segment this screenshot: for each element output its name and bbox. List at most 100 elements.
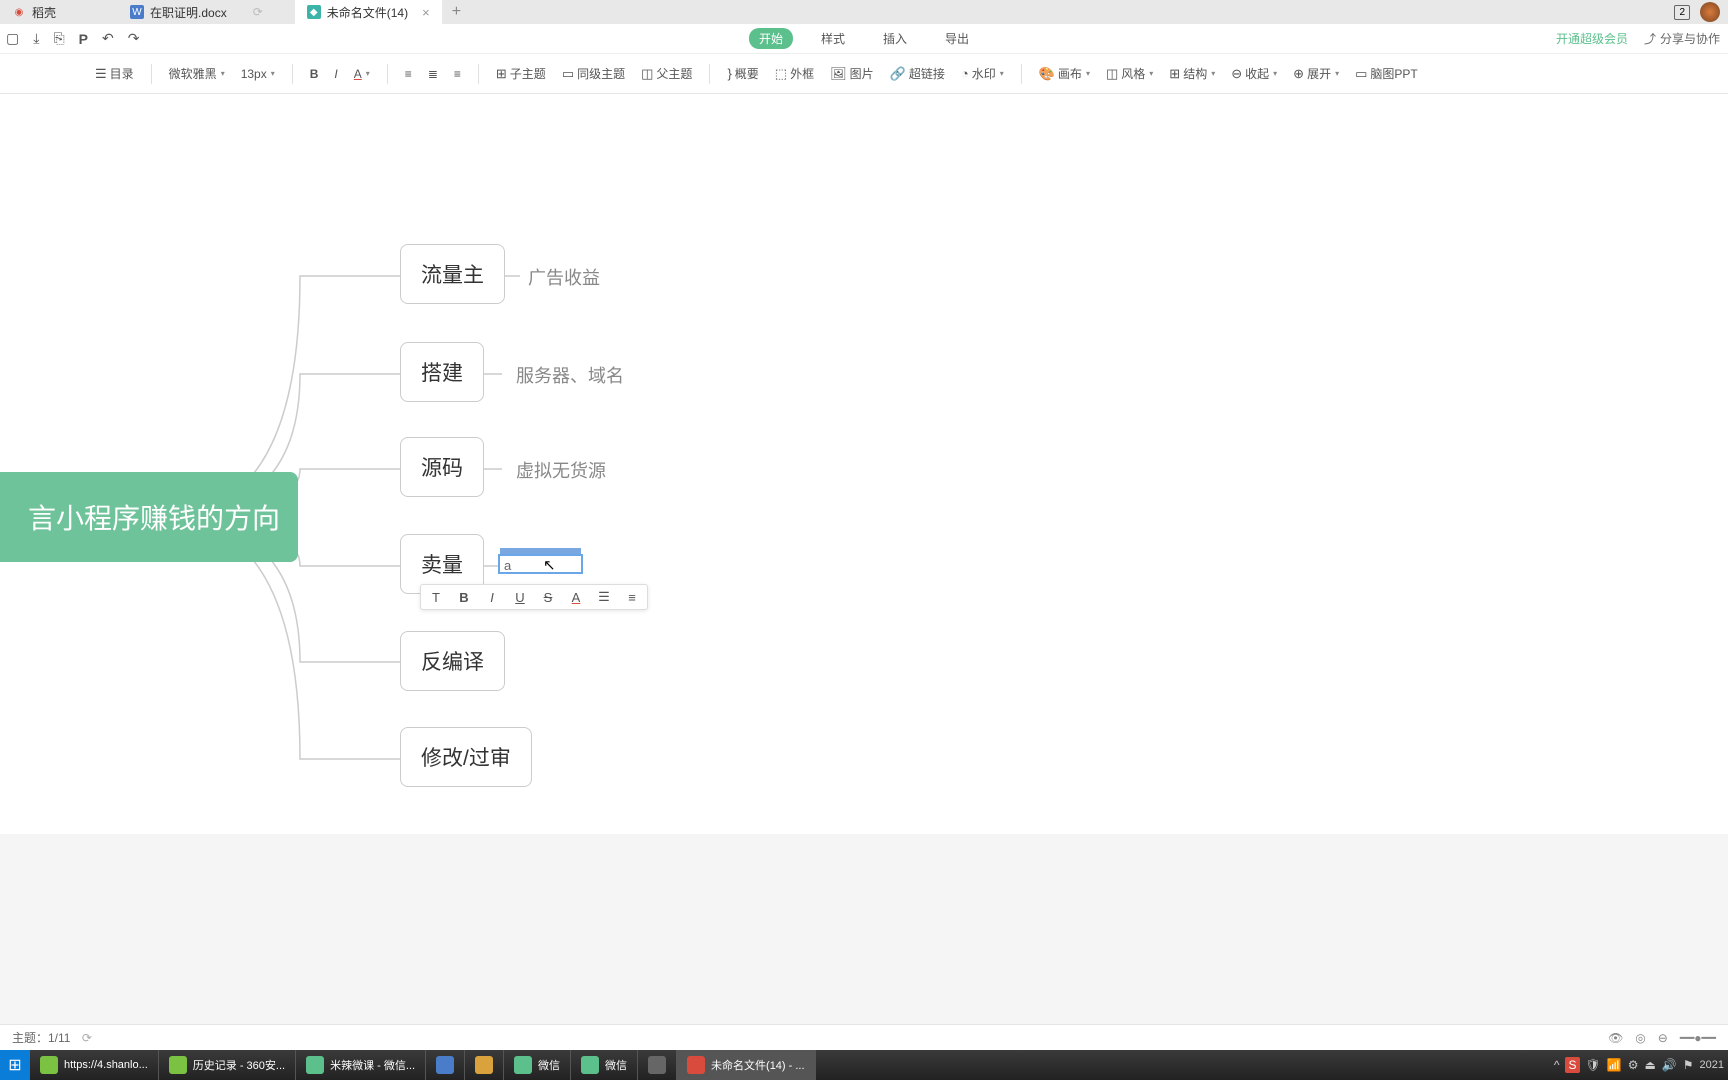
brainppt-button[interactable]: ▭脑图PPT bbox=[1350, 62, 1423, 85]
tray-network-icon[interactable]: 📶 bbox=[1607, 1058, 1622, 1072]
zoom-out-icon[interactable]: ⊖ bbox=[1658, 1031, 1668, 1045]
summary-button[interactable]: }概要 bbox=[722, 62, 763, 85]
taskbar-item-3[interactable] bbox=[426, 1050, 465, 1080]
summary-icon: } bbox=[727, 66, 731, 81]
menu-row: ▢ ⤓ ⎘ P ↶ ↷ 开始 样式 插入 导出 开通超级会员 ⤴分享与协作 bbox=[0, 24, 1728, 54]
italic-button[interactable]: I bbox=[329, 64, 342, 84]
menu-export[interactable]: 导出 bbox=[935, 28, 979, 49]
new-file-icon[interactable]: ▢ bbox=[6, 30, 19, 47]
font-select[interactable]: 微软雅黑▾ bbox=[164, 62, 230, 85]
taskbar-item-2[interactable]: 米辣微课 - 微信... bbox=[296, 1050, 426, 1080]
taskbar-item-8[interactable]: 未命名文件(14) - ... bbox=[677, 1050, 816, 1080]
format-painter-icon[interactable]: P bbox=[79, 31, 88, 47]
mouse-cursor-icon: ↖ bbox=[543, 556, 556, 574]
tray-gear-icon[interactable]: ⚙ bbox=[1628, 1058, 1639, 1072]
tab-untitled[interactable]: ◆ 未命名文件(14) × bbox=[295, 0, 442, 24]
watermark-button[interactable]: ◔水印▾ bbox=[956, 62, 1009, 85]
export-icon[interactable]: ⎘ bbox=[53, 30, 64, 47]
node-source[interactable]: 源码 bbox=[400, 437, 484, 497]
collapse-button[interactable]: ⊖收起▾ bbox=[1226, 62, 1282, 85]
menu-insert[interactable]: 插入 bbox=[873, 28, 917, 49]
expand-button[interactable]: ⊕展开▾ bbox=[1288, 62, 1344, 85]
float-text-button[interactable]: T bbox=[427, 590, 445, 605]
image-button[interactable]: 🖼图片 bbox=[825, 62, 879, 85]
taskbar-item-6[interactable]: 微信 bbox=[571, 1050, 638, 1080]
align-center-button[interactable]: ≣ bbox=[423, 64, 443, 84]
node-build[interactable]: 搭建 bbox=[400, 342, 484, 402]
taskbar-item-5[interactable]: 微信 bbox=[504, 1050, 571, 1080]
bold-button[interactable]: B bbox=[305, 64, 324, 84]
tray-flag-icon[interactable]: ⚑ bbox=[1683, 1058, 1694, 1072]
view-mode-icon[interactable]: 👁 bbox=[1608, 1031, 1623, 1045]
float-underline-button[interactable]: U bbox=[511, 590, 529, 605]
mindmap-icon: ◆ bbox=[307, 5, 321, 19]
share-button[interactable]: ⤴分享与协作 bbox=[1644, 30, 1720, 47]
style-button[interactable]: ◫风格▾ bbox=[1101, 62, 1158, 85]
close-icon[interactable]: × bbox=[422, 5, 430, 20]
font-color-button[interactable]: A▾ bbox=[349, 64, 375, 84]
menu-style[interactable]: 样式 bbox=[811, 28, 855, 49]
canvas-button[interactable]: 🎨画布▾ bbox=[1034, 62, 1095, 85]
tray-sogou-icon[interactable]: S bbox=[1565, 1057, 1579, 1073]
tray-year[interactable]: 2021 bbox=[1700, 1059, 1724, 1071]
tab-doc[interactable]: W 在职证明.docx ⟳ bbox=[118, 0, 275, 24]
user-avatar[interactable] bbox=[1700, 2, 1720, 22]
status-bar: 主题：1/11 ⟳ 👁 ◎ ⊖ ━━●━━ bbox=[0, 1024, 1728, 1050]
mindmap-canvas[interactable]: 言小程序赚钱的方向 流量主 广告收益 搭建 服务器、域名 源码 虚拟无货源 卖量… bbox=[0, 94, 1728, 834]
add-tab-button[interactable]: + bbox=[442, 3, 471, 21]
edit-input-box[interactable]: a bbox=[498, 554, 583, 574]
refresh-icon[interactable]: ⟳ bbox=[253, 5, 263, 19]
sub-virtual[interactable]: 虚拟无货源 bbox=[516, 457, 606, 483]
tab-daoke[interactable]: ◉ 稻壳 bbox=[0, 0, 68, 24]
parenttopic-button[interactable]: ◫父主题 bbox=[636, 62, 697, 85]
floating-format-toolbar: T B I U S A ☰ ≡ bbox=[420, 584, 648, 610]
taskbar-item-4[interactable] bbox=[465, 1050, 504, 1080]
tray-volume-icon[interactable]: 🔊 bbox=[1662, 1058, 1677, 1072]
central-node[interactable]: 言小程序赚钱的方向 bbox=[0, 472, 298, 562]
vip-link[interactable]: 开通超级会员 bbox=[1556, 30, 1628, 47]
parenttopic-icon: ◫ bbox=[641, 66, 653, 82]
node-modify[interactable]: 修改/过审 bbox=[400, 727, 532, 787]
border-button[interactable]: ⬚外框 bbox=[770, 62, 819, 85]
tray-up-icon[interactable]: ^ bbox=[1554, 1058, 1560, 1072]
menu-start[interactable]: 开始 bbox=[749, 28, 793, 49]
structure-icon: ⊞ bbox=[1169, 66, 1180, 82]
taskbar-item-1[interactable]: 历史记录 - 360安... bbox=[159, 1050, 296, 1080]
size-select[interactable]: 13px▾ bbox=[236, 64, 280, 84]
node-traffic[interactable]: 流量主 bbox=[400, 244, 505, 304]
zoom-slider[interactable]: ━━●━━ bbox=[1680, 1031, 1716, 1045]
structure-button[interactable]: ⊞结构▾ bbox=[1164, 62, 1220, 85]
float-italic-button[interactable]: I bbox=[483, 590, 501, 605]
float-bold-button[interactable]: B bbox=[455, 590, 473, 605]
undo-icon[interactable]: ↶ bbox=[102, 30, 114, 47]
align-right-button[interactable]: ≡ bbox=[449, 64, 466, 84]
taskbar-app-icon bbox=[514, 1056, 532, 1074]
subtopic-button[interactable]: ⊞子主题 bbox=[491, 62, 551, 85]
start-button[interactable]: ⊞ bbox=[0, 1050, 30, 1080]
float-color-button[interactable]: A bbox=[567, 590, 585, 605]
outline-button[interactable]: ☰目录 bbox=[90, 62, 139, 85]
float-number-button[interactable]: ≡ bbox=[623, 590, 641, 605]
taskbar-item-7[interactable] bbox=[638, 1050, 677, 1080]
taskbar-app-icon bbox=[169, 1056, 187, 1074]
redo-icon[interactable]: ↷ bbox=[128, 30, 140, 47]
taskbar-item-0[interactable]: https://4.shanlo... bbox=[30, 1050, 159, 1080]
sub-ad-revenue[interactable]: 广告收益 bbox=[528, 264, 600, 290]
download-icon[interactable]: ⤓ bbox=[33, 30, 39, 47]
style-icon: ◫ bbox=[1106, 66, 1118, 82]
system-tray: ^ S 🛡 📶 ⚙ ⏏ 🔊 ⚑ 2021 bbox=[1554, 1057, 1724, 1073]
share-icon: ⤴ bbox=[1644, 30, 1656, 47]
tray-usb-icon[interactable]: ⏏ bbox=[1644, 1058, 1655, 1072]
status-refresh-icon[interactable]: ⟳ bbox=[82, 1031, 92, 1045]
notification-badge[interactable]: 2 bbox=[1674, 5, 1690, 20]
float-strike-button[interactable]: S bbox=[539, 590, 557, 605]
align-left-button[interactable]: ≡ bbox=[400, 64, 417, 84]
float-bullet-button[interactable]: ☰ bbox=[595, 589, 613, 605]
sub-server-domain[interactable]: 服务器、域名 bbox=[516, 362, 624, 388]
node-decompile[interactable]: 反编译 bbox=[400, 631, 505, 691]
link-button[interactable]: 🔗超链接 bbox=[885, 62, 950, 85]
collapse-icon: ⊖ bbox=[1231, 66, 1242, 82]
sametopic-button[interactable]: ▭同级主题 bbox=[557, 62, 630, 85]
tray-shield-icon[interactable]: 🛡 bbox=[1586, 1058, 1601, 1072]
zoom-fit-icon[interactable]: ◎ bbox=[1635, 1031, 1645, 1045]
